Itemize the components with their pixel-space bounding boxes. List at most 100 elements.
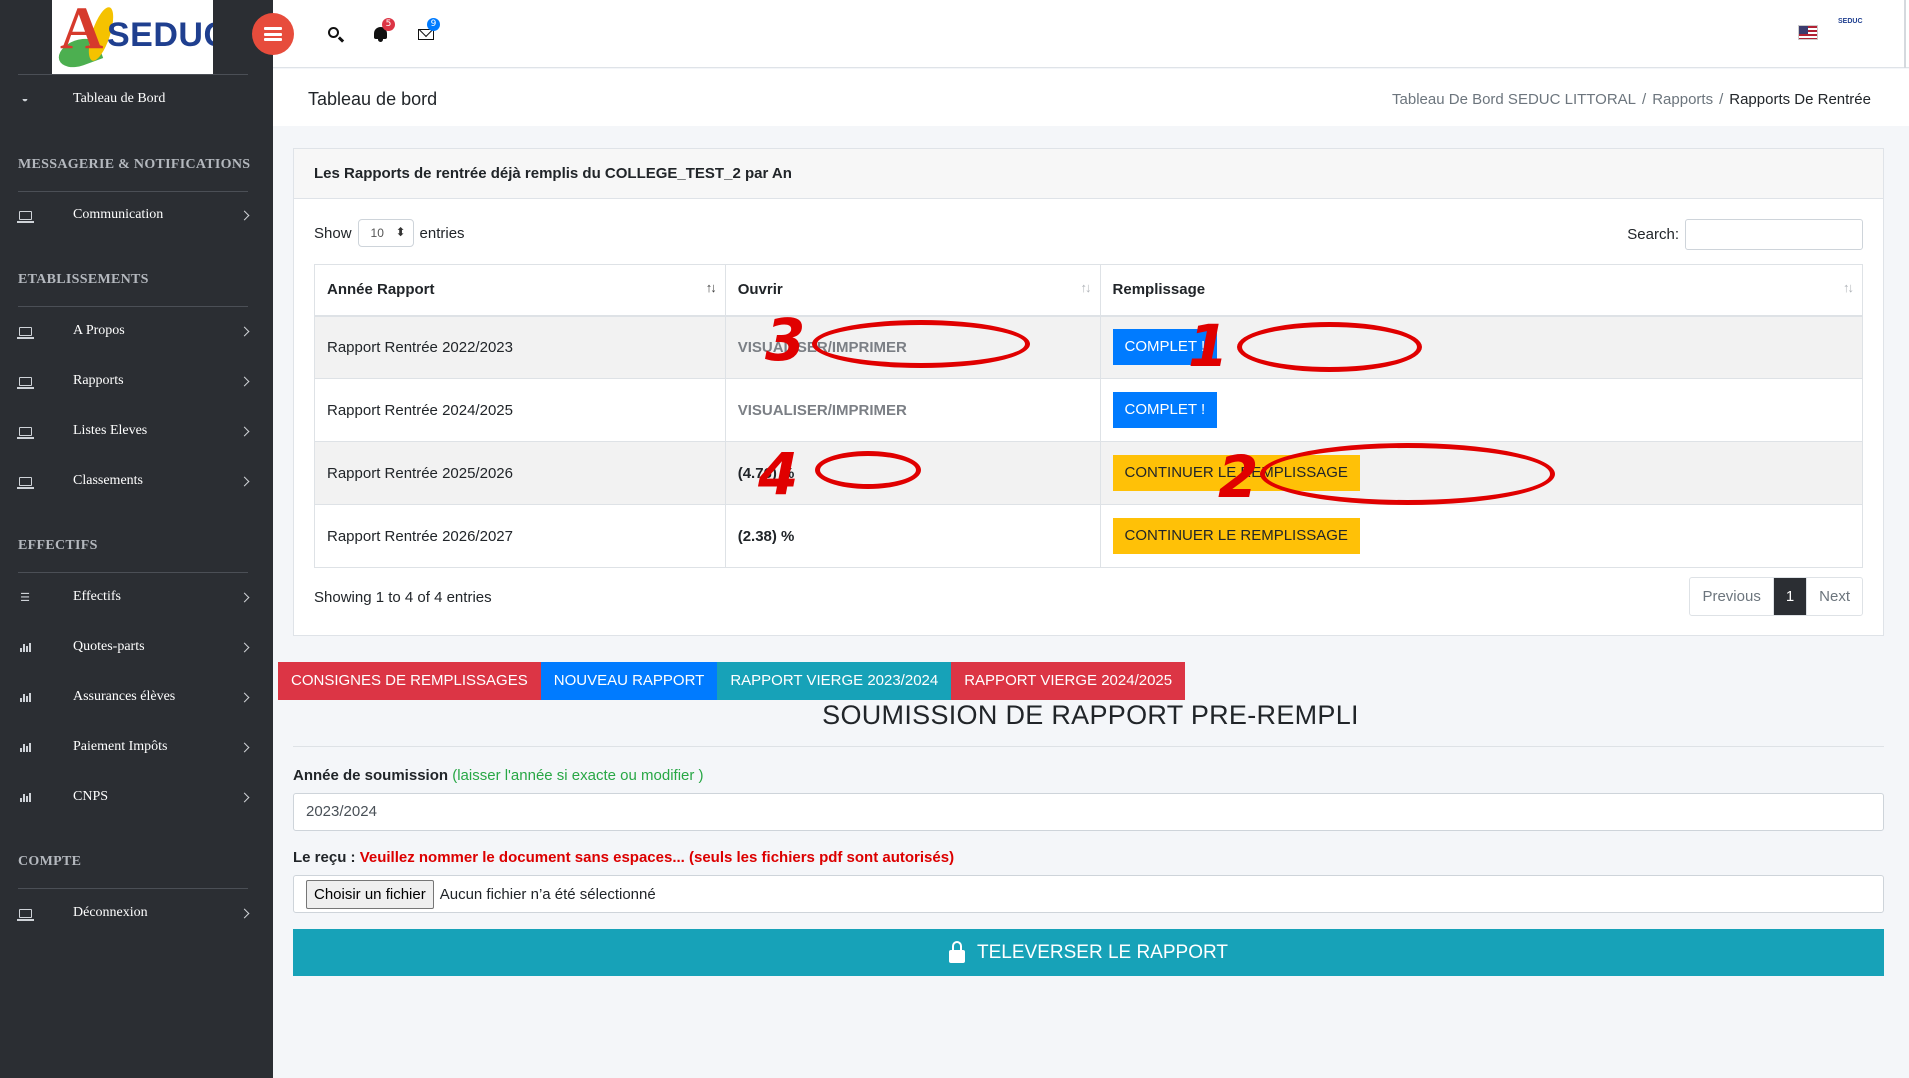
card-header: Les Rapports de rentrée déjà remplis du … [294, 149, 1883, 199]
sidebar-item-label: Communication [73, 207, 164, 222]
laptop-icon [16, 476, 34, 489]
card-title: Les Rapports de rentrée déjà remplis du … [314, 165, 792, 182]
sort-icon: ↑↓ [1080, 280, 1092, 295]
search-input[interactable] [1685, 219, 1863, 250]
visualize-print-link[interactable]: VISUALISER/IMPRIMER [738, 402, 907, 419]
upload-label: TELEVERSER LE RAPPORT [977, 941, 1228, 963]
tab-rapport-vierge-2023[interactable]: RAPPORT VIERGE 2023/2024 [717, 662, 952, 700]
sidebar-item-apropos[interactable]: A Propos [0, 316, 273, 346]
tab-consignes[interactable]: CONSIGNES DE REMPLISSAGES [278, 662, 541, 700]
tab-nouveau-rapport[interactable]: NOUVEAU RAPPORT [540, 662, 718, 700]
sidebar-item-quotes-parts[interactable]: Quotes-parts [0, 632, 273, 662]
pagination-page-1[interactable]: 1 [1773, 578, 1808, 615]
pagination-previous[interactable]: Previous [1690, 578, 1774, 615]
chevron-right-icon [239, 592, 250, 602]
upload-report-button[interactable]: TELEVERSER LE RAPPORT [293, 929, 1884, 976]
sidebar-divider [18, 306, 248, 307]
sidebar-item-communication[interactable]: Communication [0, 200, 273, 230]
complete-button[interactable]: COMPLET ! [1112, 392, 1218, 428]
complete-button[interactable]: COMPLET ! [1112, 329, 1218, 366]
pagination: Previous 1 Next [1689, 577, 1863, 616]
sidebar-item-assurances[interactable]: Assurances élèves [0, 682, 273, 712]
messages-button[interactable]: 9 [417, 18, 440, 44]
sidebar-divider [18, 191, 248, 192]
tab-rapport-vierge-2024[interactable]: RAPPORT VIERGE 2024/2025 [951, 662, 1186, 700]
sidebar-item-rapports[interactable]: Rapports [0, 366, 273, 396]
chevron-right-icon [239, 326, 250, 336]
breadcrumb-item-current: Rapports De Rentrée [1729, 91, 1871, 108]
table-row: Rapport Rentrée 2026/2027 (2.38) % CONTI… [314, 504, 1864, 568]
sidebar-item-cnps[interactable]: CNPS [0, 782, 273, 812]
page-title: Tableau de bord [308, 89, 438, 109]
sidebar-item-deconnexion[interactable]: Déconnexion [0, 898, 273, 928]
table-info: Showing 1 to 4 of 4 entries [314, 589, 492, 606]
table-header-row: Année Rapport ↑↓ Ouvrir ↑↓ Remplissage ↑↓ [314, 264, 1864, 317]
sidebar-item-label: Rapports [73, 373, 124, 388]
continue-filling-button[interactable]: CONTINUER LE REMPLISSAGE [1112, 455, 1360, 491]
visualize-print-link[interactable]: VISUALISER/IMPRIMER [738, 339, 907, 356]
year-label-text: Année de soumission [293, 767, 449, 784]
table-row: Rapport Rentrée 2024/2025 VISUALISER/IMP… [314, 378, 1864, 442]
column-header-ouvrir[interactable]: Ouvrir ↑↓ [724, 264, 1101, 317]
sidebar-item-label: Paiement Impôts [73, 739, 168, 754]
chevron-right-icon [239, 692, 250, 702]
breadcrumb: Tableau De Bord SEDUC LITTORAL / Rapport… [1392, 91, 1871, 108]
entries-select[interactable]: 10 [357, 219, 414, 247]
breadcrumb-item-rapports[interactable]: Rapports [1652, 91, 1713, 108]
section-title-effectifs: EFFECTIFS [18, 538, 98, 553]
hamburger-icon [264, 27, 282, 41]
lock-icon [949, 941, 966, 963]
sidebar-item-label: Listes Eleves [73, 423, 148, 438]
year-input[interactable]: 2023/2024 [293, 793, 1884, 831]
sidebar-item-dashboard[interactable]: ◒ Tableau de Bord [0, 84, 273, 114]
chevron-right-icon [239, 742, 250, 752]
show-label: Show [314, 224, 352, 242]
seduc-logo[interactable]: A SEDUC [52, 0, 213, 74]
sidebar-item-classements[interactable]: Classements [0, 466, 273, 496]
receipt-label: Le reçu : Veuillez nommer le document sa… [293, 849, 954, 866]
section-title-compte: COMPTE [18, 854, 82, 869]
logo-text: SEDUC [107, 16, 213, 54]
breadcrumb-separator: / [1719, 91, 1724, 108]
sidebar: A SEDUC ◒ Tableau de Bord MESSAGERIE & N… [0, 0, 273, 1078]
menu-toggle-button[interactable] [252, 13, 294, 55]
chevron-right-icon [239, 376, 250, 386]
sidebar-item-effectifs[interactable]: ☰ Effectifs [0, 582, 273, 612]
choose-file-button[interactable]: Choisir un fichier [306, 879, 434, 909]
cell-year: Rapport Rentrée 2022/2023 [314, 315, 726, 379]
year-label: Année de soumission (laisser l'année si … [293, 767, 704, 784]
column-header-label: Année Rapport [327, 281, 435, 299]
table-row: Rapport Rentrée 2022/2023 VISUALISER/IMP… [314, 315, 1864, 379]
bar-chart-icon [18, 742, 32, 752]
divider [293, 746, 1884, 747]
column-header-annee[interactable]: Année Rapport ↑↓ [314, 264, 726, 317]
cell-year: Rapport Rentrée 2026/2027 [314, 504, 726, 568]
continue-filling-button[interactable]: CONTINUER LE REMPLISSAGE [1112, 518, 1360, 554]
user-avatar-logo[interactable]: SEDUC [1838, 18, 1863, 25]
sidebar-item-label: Quotes-parts [73, 639, 145, 654]
notifications-button[interactable]: 5 [372, 18, 395, 44]
app-root: A SEDUC ◒ Tableau de Bord MESSAGERIE & N… [0, 0, 1909, 1078]
us-flag-icon[interactable] [1798, 25, 1818, 40]
scrollbar[interactable] [1904, 0, 1906, 68]
bar-chart-icon [18, 792, 32, 802]
chevron-right-icon [239, 792, 250, 802]
breadcrumb-item-dashboard[interactable]: Tableau De Bord SEDUC LITTORAL [1392, 91, 1636, 108]
laptop-icon [16, 426, 34, 439]
pagination-next[interactable]: Next [1807, 578, 1862, 615]
column-header-remplissage[interactable]: Remplissage ↑↓ [1099, 264, 1864, 317]
sidebar-item-paiement-impots[interactable]: Paiement Impôts [0, 732, 273, 762]
sidebar-divider [18, 572, 248, 573]
search-button[interactable] [326, 26, 344, 44]
sort-icon: ↑↓ [705, 280, 717, 295]
sort-icon: ↑↓ [1843, 280, 1854, 295]
cell-year: Rapport Rentrée 2024/2025 [314, 378, 726, 442]
reports-table: Année Rapport ↑↓ Ouvrir ↑↓ Remplissage ↑↓ R… [314, 264, 1864, 568]
column-header-label: Remplissage [1112, 281, 1206, 299]
file-input[interactable]: Choisir un fichier Aucun fichier n’a été… [293, 875, 1884, 913]
bar-chart-icon [18, 642, 32, 652]
reports-card: Les Rapports de rentrée déjà remplis du … [293, 148, 1884, 636]
section-title-messaging: MESSAGERIE & NOTIFICATIONS [18, 157, 251, 172]
sidebar-item-listes-eleves[interactable]: Listes Eleves [0, 416, 273, 446]
search-icon [328, 27, 339, 38]
